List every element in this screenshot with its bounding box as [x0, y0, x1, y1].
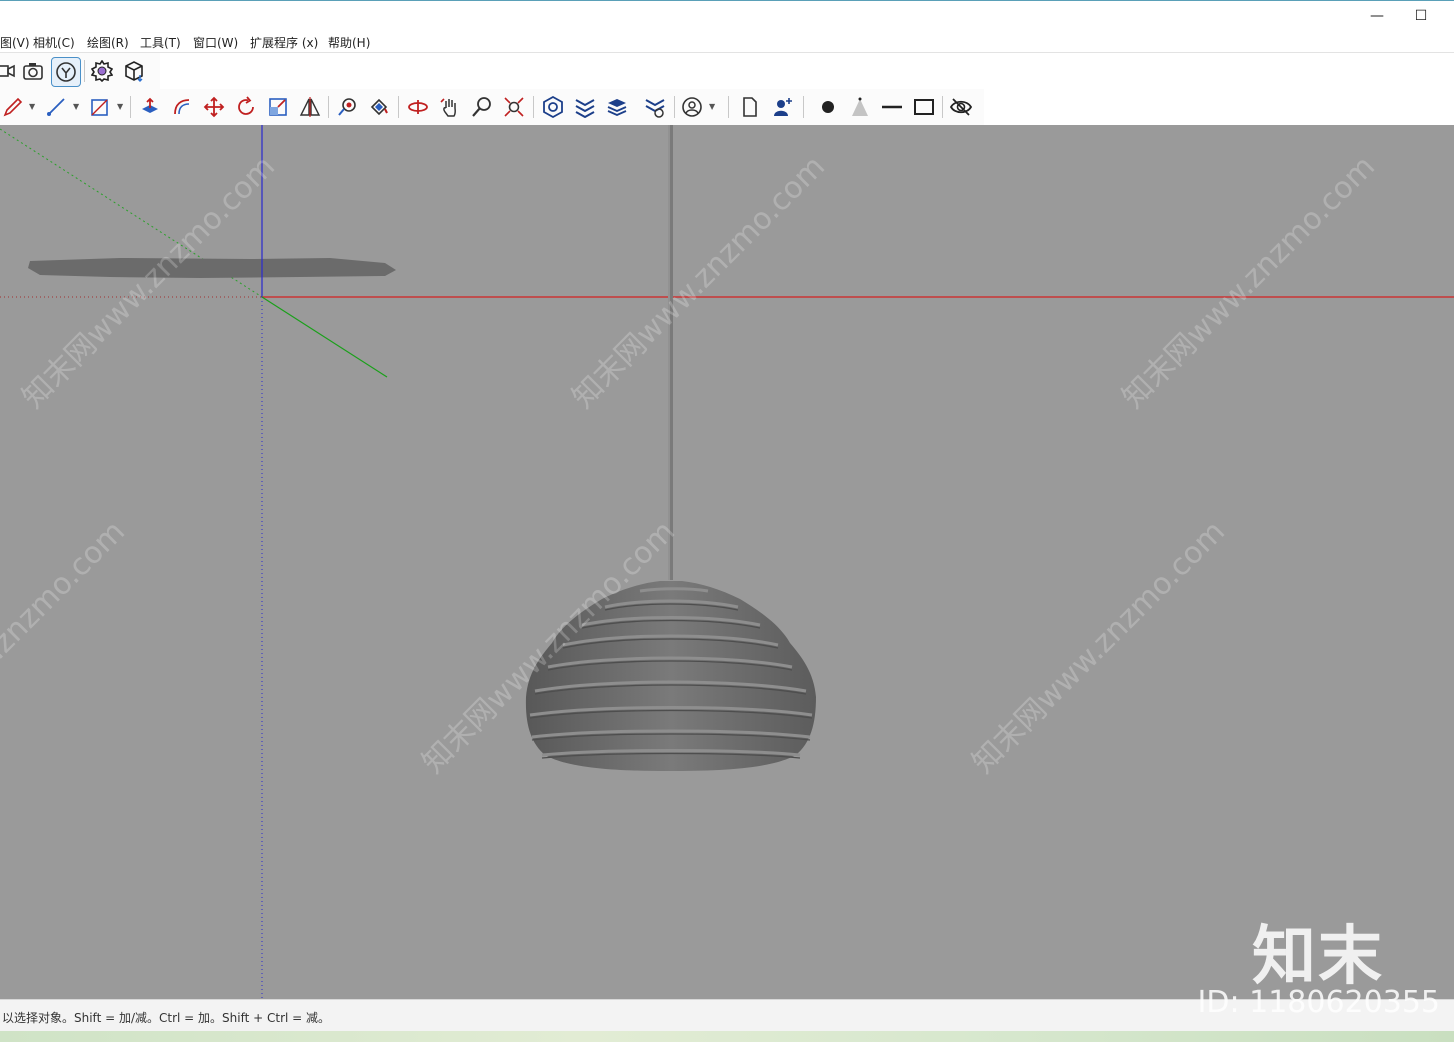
- toolbar-separator: [803, 96, 804, 118]
- maximize-icon: ☐: [1414, 8, 1428, 24]
- toolbar-separator: [728, 96, 729, 118]
- warehouse-icon[interactable]: [540, 94, 566, 120]
- status-text: 以选择对象。Shift = 加/减。Ctrl = 加。Shift + Ctrl …: [2, 1011, 331, 1025]
- menu-extensions[interactable]: 扩展程序 (x): [250, 34, 318, 51]
- taskbar-strip: [0, 1031, 1454, 1042]
- toolbar-separator: [942, 96, 943, 118]
- rectangle-icon[interactable]: [911, 94, 937, 120]
- rectangle-tool-icon[interactable]: [87, 94, 113, 120]
- settings-gear-icon[interactable]: [89, 58, 115, 84]
- menu-tools[interactable]: 工具(T): [140, 34, 181, 51]
- zoom-icon[interactable]: [469, 94, 495, 120]
- menu-window[interactable]: 窗口(W): [193, 34, 238, 51]
- toolbar-separator: [130, 96, 131, 118]
- brand-id: ID: 1180620355: [1197, 985, 1440, 1020]
- pencil-icon[interactable]: [0, 94, 26, 120]
- hide-icon[interactable]: [948, 94, 974, 120]
- toolbar-separator: [328, 96, 329, 118]
- video-camera-icon[interactable]: [0, 58, 18, 84]
- paint-bucket-icon[interactable]: [366, 94, 392, 120]
- styles-icon[interactable]: [642, 94, 668, 120]
- title-bar: — ☐: [0, 0, 1454, 31]
- menu-draw[interactable]: 绘图(R): [87, 34, 129, 51]
- toolbar-separator: [533, 96, 534, 118]
- scale-icon[interactable]: [265, 94, 291, 120]
- brand-logo: 知末: [1252, 920, 1384, 994]
- dot-icon[interactable]: [815, 94, 841, 120]
- flip-icon[interactable]: [297, 94, 323, 120]
- account-icon[interactable]: [679, 94, 705, 120]
- line-tool-icon[interactable]: [43, 94, 69, 120]
- camera-icon[interactable]: [20, 58, 46, 84]
- minimize-icon: —: [1370, 8, 1384, 24]
- toolbar-separator: [674, 96, 675, 118]
- chevron-down-icon[interactable]: ▼: [117, 102, 123, 111]
- menu-bar: 图(V) 相机(C) 绘图(R) 工具(T) 窗口(W) 扩展程序 (x) 帮助…: [0, 30, 1454, 53]
- menu-camera[interactable]: 相机(C): [33, 34, 75, 51]
- green-axis: [261, 296, 388, 378]
- sandbox-icon[interactable]: [572, 94, 598, 120]
- new-page-icon[interactable]: [737, 94, 763, 120]
- menu-help[interactable]: 帮助(H): [328, 34, 370, 51]
- maximize-button[interactable]: ☐: [1406, 5, 1436, 27]
- views-toolbar: [0, 53, 160, 89]
- layers-icon[interactable]: [604, 94, 630, 120]
- pan-icon[interactable]: [437, 94, 463, 120]
- chevron-down-icon[interactable]: ▼: [709, 102, 715, 111]
- y-axis-view-icon[interactable]: [51, 57, 81, 87]
- zoom-extents-icon[interactable]: [501, 94, 527, 120]
- model-viewport[interactable]: 知末网www.znzmo.com 知末网www.znzmo.com 知末网www…: [0, 125, 1454, 999]
- push-pull-icon[interactable]: [137, 94, 163, 120]
- chevron-down-icon[interactable]: ▼: [73, 102, 79, 111]
- toolbar-separator: [398, 96, 399, 118]
- rotate-icon[interactable]: [233, 94, 259, 120]
- follow-me-icon[interactable]: [169, 94, 195, 120]
- move-icon[interactable]: [201, 94, 227, 120]
- ground-shadow: [28, 258, 396, 278]
- orbit-icon[interactable]: [405, 94, 431, 120]
- 3d-box-icon[interactable]: [121, 58, 147, 84]
- cone-icon[interactable]: [847, 94, 873, 120]
- minimize-button[interactable]: —: [1362, 5, 1392, 27]
- line-icon[interactable]: [879, 94, 905, 120]
- tape-measure-icon[interactable]: [334, 94, 360, 120]
- main-toolbar: ▼ ▼ ▼ ▼: [0, 89, 984, 125]
- chevron-down-icon[interactable]: ▼: [29, 102, 35, 111]
- toolbar-separator: [84, 60, 85, 82]
- add-user-icon[interactable]: [769, 94, 795, 120]
- toolbar-background: [984, 89, 1454, 125]
- menu-view[interactable]: 图(V): [0, 34, 30, 51]
